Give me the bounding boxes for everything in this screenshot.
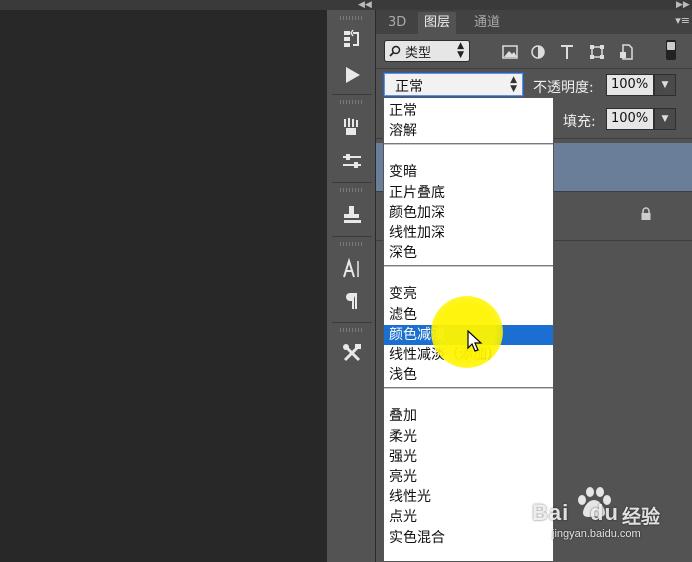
search-icon	[389, 45, 401, 57]
blend-mode-current: 正常	[395, 79, 423, 95]
clone-source-icon[interactable]	[335, 202, 369, 228]
fill-dropdown-button[interactable]: ▼	[654, 108, 676, 130]
paragraph-icon[interactable]	[335, 288, 369, 314]
panel-grip[interactable]	[340, 328, 364, 332]
updown-arrows-icon: ▲ ▼	[510, 75, 517, 94]
panel-grip[interactable]	[340, 100, 364, 104]
opacity-dropdown-button[interactable]: ▼	[654, 74, 676, 96]
strip-divider	[332, 322, 372, 323]
collapsed-panel-strip	[326, 10, 376, 562]
watermark-suffix: 经验	[622, 506, 661, 528]
dropdown-separator	[384, 387, 553, 390]
collapse-toolstrip-icon[interactable]: ◀◀	[358, 0, 372, 10]
blend-mode-option[interactable]: 柔光	[384, 427, 553, 447]
watermark-brand: Bai	[532, 500, 570, 525]
blend-mode-option[interactable]: 线性加深	[384, 223, 553, 243]
blend-mode-option[interactable]: 线性光	[384, 487, 553, 507]
collapse-panel-icon[interactable]: ▶▶	[676, 0, 690, 10]
blend-mode-option[interactable]: 正片叠底	[384, 183, 553, 203]
adjustments-icon[interactable]	[335, 148, 369, 174]
opacity-label: 不透明度:	[533, 80, 594, 96]
character-icon[interactable]	[335, 256, 369, 282]
panel-grip[interactable]	[340, 188, 364, 192]
panel-menu-icon[interactable]: ▾≡	[675, 14, 690, 27]
tab-channels[interactable]: 通道	[468, 12, 506, 34]
strip-divider	[332, 236, 372, 237]
strip-divider	[332, 182, 372, 183]
type-filter-icon[interactable]	[557, 42, 577, 62]
panel-top-strip	[0, 0, 692, 10]
blend-mode-option[interactable]: 叠加	[384, 406, 553, 426]
mouse-pointer-icon	[467, 330, 483, 352]
tool-presets-icon[interactable]	[335, 340, 369, 366]
watermark-brand-2: du	[590, 500, 619, 525]
blend-mode-option[interactable]: 深色	[384, 243, 553, 263]
brush-presets-icon[interactable]	[335, 114, 369, 140]
shape-filter-icon[interactable]	[587, 42, 607, 62]
blend-mode-option[interactable]: 强光	[384, 447, 553, 467]
lock-icon	[641, 207, 651, 220]
document-canvas[interactable]	[0, 0, 326, 562]
tab-layers[interactable]: 图层	[418, 12, 457, 34]
panel-grip[interactable]	[340, 16, 364, 20]
watermark-url: jingyan.baidu.com	[552, 528, 641, 540]
filter-toggle-switch[interactable]	[666, 40, 676, 60]
dropdown-separator	[384, 143, 553, 146]
blend-mode-option[interactable]: 变暗	[384, 162, 553, 182]
dropdown-separator	[384, 265, 553, 268]
layer-filter-row: 类型 ▲ ▼	[376, 34, 692, 68]
strip-divider	[332, 94, 372, 95]
blend-mode-option[interactable]: 点光	[384, 507, 553, 527]
layer-filter-select[interactable]: 类型 ▲ ▼	[384, 40, 470, 62]
image-filter-icon[interactable]	[500, 42, 520, 62]
fill-input[interactable]: 100%	[606, 108, 654, 130]
blend-mode-option[interactable]: 溶解	[384, 121, 553, 141]
blend-mode-option[interactable]: 颜色加深	[384, 203, 553, 223]
updown-arrows-icon: ▲ ▼	[457, 41, 464, 60]
play-action-icon[interactable]	[335, 62, 369, 88]
filter-kind-label: 类型	[405, 46, 432, 61]
smart-object-filter-icon[interactable]	[617, 42, 637, 62]
blend-mode-option[interactable]: 实色混合	[384, 528, 553, 548]
baidu-watermark: Bai du 经验 jingyan.baidu.com	[532, 486, 682, 546]
panel-tabs: 3D 图层 通道 ▾≡	[376, 10, 692, 34]
fill-label: 填充:	[563, 114, 596, 130]
tab-3d[interactable]: 3D	[382, 12, 412, 34]
history-icon[interactable]	[335, 26, 369, 52]
blend-mode-option[interactable]: 亮光	[384, 467, 553, 487]
panel-grip[interactable]	[340, 242, 364, 246]
blend-mode-option[interactable]: 正常	[384, 101, 553, 121]
blend-mode-select[interactable]: 正常 ▲ ▼	[383, 72, 524, 97]
opacity-input[interactable]: 100%	[606, 74, 654, 96]
adjustment-filter-icon[interactable]	[528, 42, 548, 62]
blend-mode-option[interactable]: 浅色	[384, 365, 553, 385]
